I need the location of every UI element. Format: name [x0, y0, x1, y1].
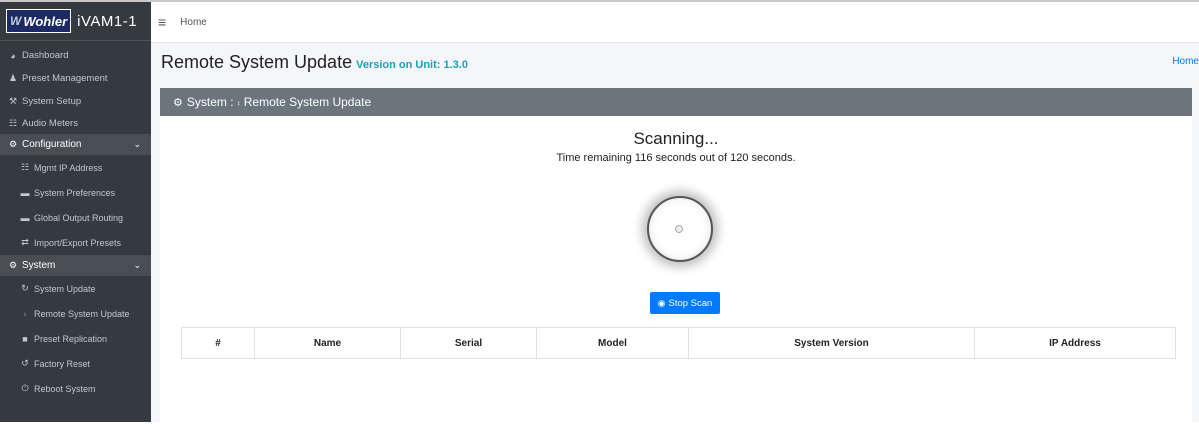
network-icon: ☷	[20, 162, 30, 172]
sidebar-group-system[interactable]: ⚙ System ⌄	[0, 255, 151, 276]
scan-status-title: Scanning...	[633, 129, 719, 148]
col-header-number: #	[181, 327, 255, 359]
user-icon: ♟	[8, 72, 18, 83]
devices-table: # Name Serial Model System Version IP Ad…	[181, 327, 1176, 359]
sidebar-item-preset-management[interactable]: ♟ Preset Management	[0, 66, 151, 90]
chart-icon: ☷	[8, 117, 18, 128]
cog-icon: ⚙	[8, 139, 18, 149]
sync-icon: ↻	[21, 283, 29, 293]
col-header-ip-address: IP Address	[974, 327, 1176, 359]
stop-scan-button[interactable]: ◉ Stop Scan	[650, 292, 720, 314]
stop-circle-icon: ◉	[657, 297, 666, 308]
col-header-serial: Serial	[400, 327, 537, 359]
loading-spinner	[647, 196, 713, 262]
sidebar-item-dashboard[interactable]: ◕ Dashboard	[0, 45, 151, 66]
copy-icon: ■	[22, 333, 28, 344]
device-name: iVAM1-1	[77, 12, 138, 30]
scan-time-remaining: Time remaining 116 seconds out of 120 se…	[556, 152, 796, 164]
network-wired-icon: ⨾	[24, 308, 26, 318]
sidebar-item-system-setup[interactable]: ⚒ System Setup	[0, 90, 151, 112]
cogs-icon: ⚙	[8, 260, 18, 270]
cogs-icon: ⚙	[173, 96, 183, 109]
col-header-name: Name	[254, 327, 401, 359]
main-content: ≡ Home Remote System Update Version on Un…	[151, 2, 1199, 424]
wohler-logo: W Wohler	[6, 9, 72, 33]
dashboard-icon: ◕	[10, 50, 16, 61]
sidebar: W Wohler iVAM1-1 ◕ Dashboard ♟ Preset Manag…	[0, 2, 151, 422]
sidebar-item-audio-meters[interactable]: ☷ Audio Meters	[0, 112, 151, 134]
breadcrumb-home-link[interactable]: Home	[1172, 56, 1199, 67]
sidebar-item-system-preferences[interactable]: ▬ System Preferences	[0, 180, 151, 205]
brand[interactable]: W Wohler iVAM1-1	[0, 2, 151, 41]
exchange-icon: ⇄	[21, 237, 29, 247]
sidebar-item-remote-system-update[interactable]: ⨾ Remote System Update	[0, 301, 151, 326]
undo-icon: ↺	[21, 358, 29, 368]
keyboard-icon: ▬	[20, 212, 30, 223]
sidebar-item-preset-replication[interactable]: ■ Preset Replication	[0, 326, 151, 351]
power-icon: ⏻	[21, 383, 29, 393]
chevron-down-icon: ⌄	[133, 139, 141, 149]
sidebar-item-global-output-routing[interactable]: ▬ Global Output Routing	[0, 205, 151, 230]
card-header: ⚙ System : ⨾ Remote System Update	[160, 88, 1192, 116]
sidebar-item-reboot-system[interactable]: ⏻ Reboot System	[0, 376, 151, 401]
table-header-row: # Name Serial Model System Version IP Ad…	[181, 327, 1176, 359]
version-label: Version on Unit: 1.3.0	[356, 59, 468, 71]
sidebar-item-import-export-presets[interactable]: ⇄ Import/Export Presets	[0, 230, 151, 255]
chevron-down-icon: ⌄	[133, 260, 141, 270]
keyboard-icon: ▬	[20, 187, 30, 198]
sidebar-item-factory-reset[interactable]: ↺ Factory Reset	[0, 351, 151, 376]
col-header-model: Model	[536, 327, 689, 359]
sidebar-item-system-update[interactable]: ↻ System Update	[0, 276, 151, 301]
remote-update-card: ⚙ System : ⨾ Remote System Update Scanni…	[160, 88, 1192, 424]
network-wired-icon: ⨾	[237, 95, 240, 108]
col-header-system-version: System Version	[688, 327, 975, 359]
sidebar-group-configuration[interactable]: ⚙ Configuration ⌄	[0, 134, 151, 155]
page-title: Remote System Update Version on Unit: 1.3…	[161, 52, 468, 72]
spinner-dot	[675, 225, 683, 233]
sidebar-item-mgmt-ip-address[interactable]: ☷ Mgmt IP Address	[0, 155, 151, 180]
tools-icon: ⚒	[8, 95, 18, 106]
top-navbar: ≡ Home	[151, 2, 1199, 43]
hamburger-menu-icon[interactable]: ≡	[158, 14, 166, 30]
content-header: Remote System Update Version on Unit: 1.3…	[151, 43, 1199, 83]
topbar-home-link[interactable]: Home	[180, 17, 207, 28]
